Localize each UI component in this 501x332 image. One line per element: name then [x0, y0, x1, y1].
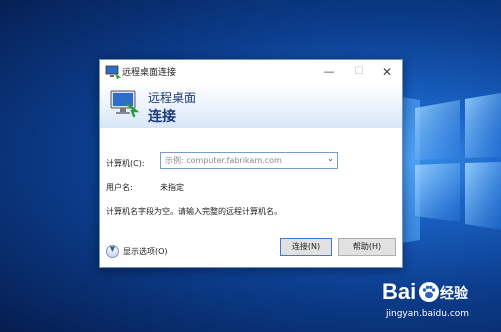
- maximize-button[interactable]: ☐: [344, 60, 374, 84]
- username-value: 未指定: [160, 183, 184, 192]
- watermark-url: jingyan.baidu.com: [386, 309, 470, 319]
- computer-combobox[interactable]: 示例: computer.fabrikam.com ⌄: [160, 152, 338, 169]
- jingyan-text: 经验: [440, 286, 468, 302]
- chevron-down-icon[interactable]: ⌄: [327, 154, 334, 163]
- banner-title: 连接: [148, 109, 176, 125]
- close-button[interactable]: ✕: [372, 60, 402, 84]
- banner-subtitle: 远程桌面: [148, 91, 197, 105]
- minimize-button[interactable]: —: [314, 60, 344, 84]
- baidu-watermark: Bai 经验 jingyan.baidu.com: [382, 279, 497, 329]
- expand-options-icon[interactable]: ▼: [106, 245, 119, 258]
- title-bar[interactable]: 远程桌面连接 — ☐ ✕: [100, 60, 402, 84]
- window-title: 远程桌面连接: [122, 68, 177, 78]
- header-banner: 远程桌面 连接: [100, 84, 402, 128]
- hint-text: 计算机名字段为空。请输入完整的远程计算机名。: [106, 207, 282, 216]
- baidu-logo-text: Bai: [382, 279, 417, 304]
- remote-desktop-large-icon: [110, 90, 140, 118]
- baidu-paw-icon: [419, 282, 439, 302]
- connect-button[interactable]: 连接(N): [280, 238, 332, 256]
- help-button[interactable]: 帮助(H): [338, 238, 396, 256]
- computer-label: 计算机(C):: [106, 159, 145, 168]
- show-options-label[interactable]: 显示选项(O): [123, 246, 168, 257]
- computer-input-placeholder[interactable]: 示例: computer.fabrikam.com: [165, 155, 282, 166]
- remote-desktop-dialog: 远程桌面连接 — ☐ ✕ 远程桌面 连接 计算机(C): 示例: compute…: [99, 59, 403, 268]
- username-label: 用户名:: [106, 183, 133, 192]
- remote-desktop-icon: [105, 65, 121, 79]
